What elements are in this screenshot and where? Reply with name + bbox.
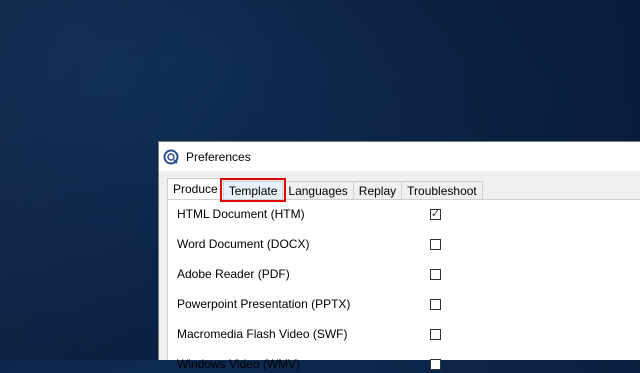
app-logo-icon [163, 149, 179, 165]
pptx-checkbox[interactable] [430, 298, 441, 310]
wmv-checkbox[interactable] [430, 358, 441, 370]
tab-produce[interactable]: Produce [167, 178, 224, 199]
option-row-wmv: Windows Video (WMV) [177, 355, 640, 373]
tab-troubleshoot[interactable]: Troubleshoot [401, 181, 483, 199]
docx-checkbox[interactable] [430, 238, 441, 250]
tab-languages[interactable]: Languages [282, 181, 354, 199]
option-row-docx: Word Document (DOCX) [177, 235, 640, 253]
htm-checkbox[interactable]: ✓ [430, 207, 441, 220]
option-row-pptx: Powerpoint Presentation (PPTX) [177, 295, 640, 313]
title-bar[interactable]: Preferences [159, 142, 640, 171]
checkmark-icon: ✓ [430, 207, 441, 220]
option-label: HTML Document (HTM) [177, 207, 305, 221]
window-title: Preferences [186, 149, 251, 164]
option-label: Powerpoint Presentation (PPTX) [177, 297, 351, 311]
tab-template[interactable]: Template [219, 178, 287, 202]
option-row-pdf: Adobe Reader (PDF) [177, 265, 640, 283]
preferences-dialog: Preferences Produce Template Languages R… [158, 141, 640, 371]
option-row-htm: HTML Document (HTM) ✓ [177, 205, 640, 223]
option-row-swf: Macromedia Flash Video (SWF) [177, 325, 640, 343]
option-label: Windows Video (WMV) [177, 357, 301, 371]
option-label: Adobe Reader (PDF) [177, 267, 290, 281]
option-label: Macromedia Flash Video (SWF) [177, 327, 348, 341]
produce-panel: HTML Document (HTM) ✓ Word Document (DOC… [167, 199, 640, 371]
tab-strip: Produce Template Languages Replay Troubl… [167, 178, 483, 202]
pdf-checkbox[interactable] [430, 268, 441, 280]
option-label: Word Document (DOCX) [177, 237, 310, 251]
tab-replay[interactable]: Replay [352, 181, 403, 199]
swf-checkbox[interactable] [430, 328, 441, 340]
